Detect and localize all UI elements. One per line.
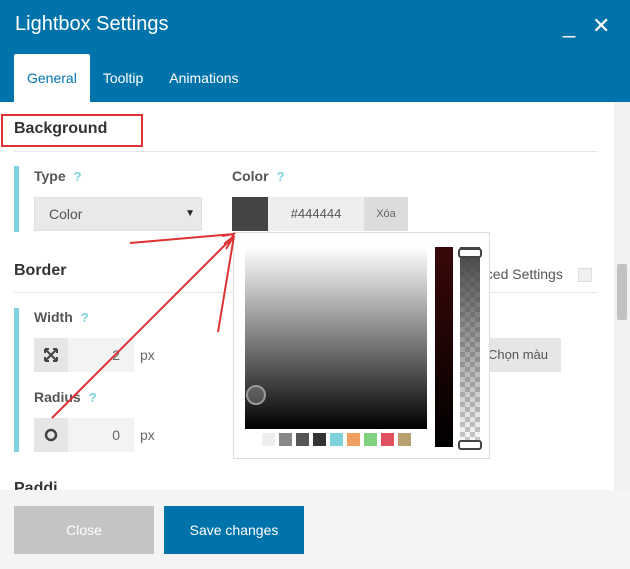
lightbox-settings-dialog: Lightbox Settings _ ✕ General Tooltip An… — [0, 0, 630, 569]
color-picker-popup — [233, 232, 490, 459]
color-hex-input[interactable]: #444444 — [268, 197, 364, 231]
advanced-settings-checkbox[interactable] — [578, 268, 592, 282]
type-select[interactable]: Color ▼ — [34, 197, 202, 231]
border-heading: Border — [14, 262, 67, 279]
padding-heading-partial: Paddi... — [14, 480, 71, 490]
radius-unit: px — [140, 427, 155, 443]
tab-general[interactable]: General — [14, 54, 90, 102]
choose-color-button[interactable]: Chọn màu — [484, 338, 561, 372]
circle-icon — [34, 418, 68, 452]
advanced-settings-label: nced Settings — [478, 266, 563, 282]
save-changes-button[interactable]: Save changes — [164, 506, 304, 554]
palette-swatch[interactable] — [381, 433, 394, 446]
close-button[interactable]: Close — [14, 506, 154, 554]
width-unit: px — [140, 347, 155, 363]
dialog-header: Lightbox Settings _ ✕ General Tooltip An… — [0, 0, 630, 102]
color-label: Color? — [232, 168, 285, 184]
scrollbar-thumb[interactable] — [617, 264, 627, 320]
palette-swatch[interactable] — [364, 433, 377, 446]
tab-tooltip[interactable]: Tooltip — [90, 54, 156, 102]
clear-color-button[interactable]: Xóa — [364, 197, 408, 231]
palette-swatch[interactable] — [262, 433, 275, 446]
width-stepper[interactable]: 2 — [34, 338, 134, 372]
background-heading: Background — [14, 120, 108, 137]
width-label: Width? — [34, 309, 89, 325]
help-icon[interactable]: ? — [81, 310, 89, 325]
saturation-area[interactable] — [245, 247, 427, 429]
saturation-handle[interactable] — [246, 385, 266, 405]
palette-swatch[interactable] — [279, 433, 292, 446]
background-accent-bar — [14, 166, 19, 232]
dialog-footer: Close Save changes — [0, 490, 630, 569]
palette-swatch[interactable] — [296, 433, 309, 446]
palette-swatch[interactable] — [398, 433, 411, 446]
type-label-text: Type — [34, 168, 66, 184]
radius-stepper[interactable]: 0 — [34, 418, 134, 452]
color-swatch[interactable] — [232, 197, 268, 231]
width-input[interactable]: 2 — [68, 338, 134, 372]
hue-slider[interactable] — [435, 247, 453, 447]
dropdown-arrow-icon: ▼ — [185, 208, 195, 219]
tab-animations[interactable]: Animations — [156, 54, 251, 102]
palette-swatch[interactable] — [313, 433, 326, 446]
divider — [14, 151, 597, 152]
alpha-slider[interactable] — [458, 247, 482, 450]
close-icon[interactable]: ✕ — [592, 14, 610, 38]
alpha-handle-top[interactable] — [458, 248, 482, 258]
border-accent-bar — [14, 308, 19, 452]
type-select-value: Color — [49, 206, 83, 222]
tab-bar: General Tooltip Animations — [14, 54, 252, 102]
help-icon[interactable]: ? — [74, 169, 82, 184]
radius-label: Radius? — [34, 389, 97, 405]
width-label-text: Width — [34, 309, 73, 325]
dialog-title: Lightbox Settings — [15, 13, 169, 35]
help-icon[interactable]: ? — [277, 169, 285, 184]
radius-input[interactable]: 0 — [68, 418, 134, 452]
alpha-handle-bottom[interactable] — [458, 440, 482, 450]
type-label: Type? — [34, 168, 82, 184]
palette-swatch[interactable] — [330, 433, 343, 446]
radius-label-text: Radius — [34, 389, 81, 405]
minimize-button[interactable]: _ — [563, 14, 575, 38]
scrollbar[interactable] — [614, 102, 630, 490]
help-icon[interactable]: ? — [89, 390, 97, 405]
color-label-text: Color — [232, 168, 269, 184]
palette-swatch[interactable] — [347, 433, 360, 446]
color-palette — [262, 433, 411, 446]
resize-arrows-icon — [34, 338, 68, 372]
